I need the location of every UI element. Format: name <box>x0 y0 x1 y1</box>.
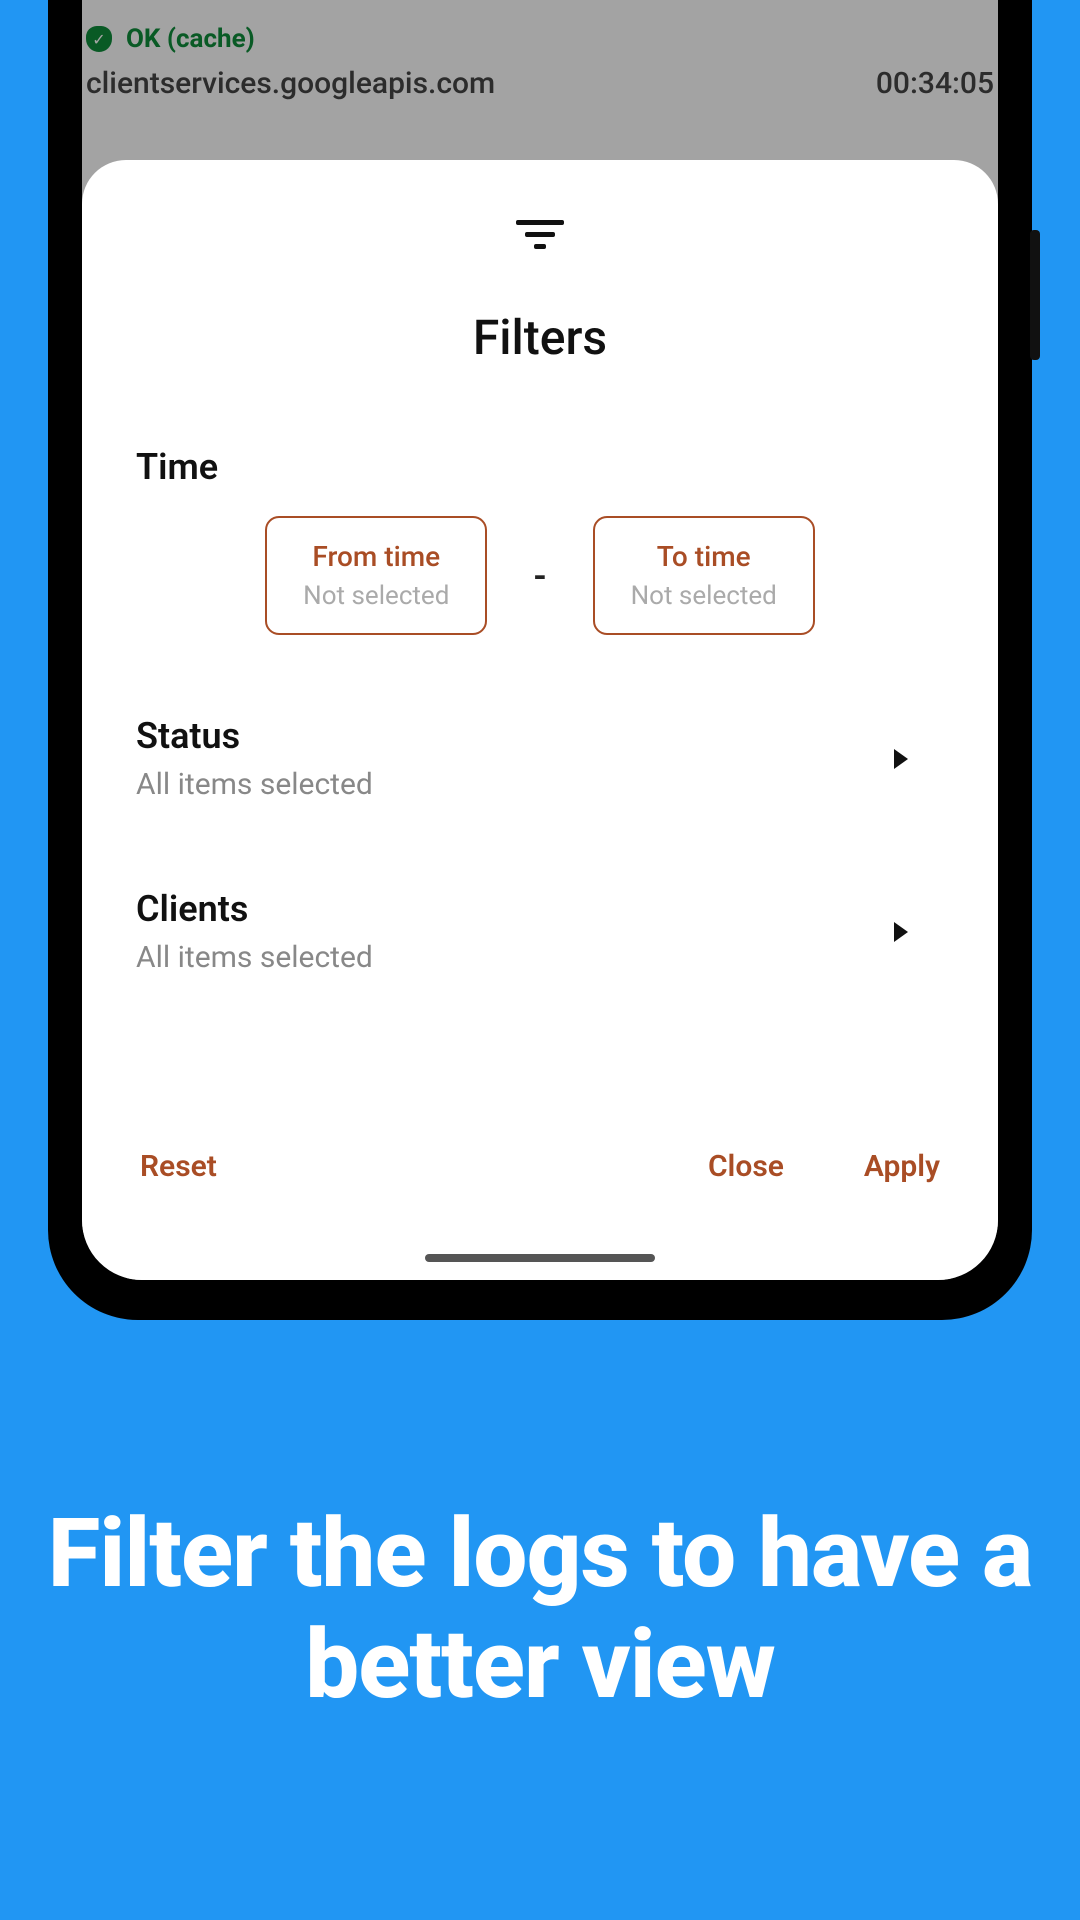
promo-text: Filter the logs to have a better view <box>0 1499 1080 1720</box>
from-time-label: From time <box>303 540 449 573</box>
chevron-right-icon <box>894 749 908 769</box>
button-bar: Reset Close Apply <box>140 1149 940 1184</box>
to-time-label: To time <box>631 540 777 573</box>
clients-filter-row[interactable]: Clients All items selected <box>136 878 944 1015</box>
sheet-title: Filters <box>136 309 944 366</box>
clients-label: Clients <box>136 888 373 930</box>
nav-handle[interactable] <box>425 1254 655 1262</box>
to-time-value: Not selected <box>631 581 777 611</box>
apply-button[interactable]: Apply <box>864 1149 940 1184</box>
time-separator: - <box>533 555 546 597</box>
to-time-button[interactable]: To time Not selected <box>593 516 815 635</box>
time-row: From time Not selected - To time Not sel… <box>136 516 944 635</box>
status-value: All items selected <box>136 767 373 802</box>
screen: debug.opendns.com 00:34:07 MAD-JX6MLN3 ✓… <box>82 0 998 1280</box>
status-filter-row[interactable]: Status All items selected <box>136 705 944 842</box>
from-time-button[interactable]: From time Not selected <box>265 516 487 635</box>
chevron-right-icon <box>894 922 908 942</box>
from-time-value: Not selected <box>303 581 449 611</box>
clients-value: All items selected <box>136 940 373 975</box>
phone-side-button <box>1030 230 1040 360</box>
time-section-label: Time <box>136 446 944 488</box>
reset-button[interactable]: Reset <box>140 1149 217 1184</box>
status-label: Status <box>136 715 373 757</box>
close-button[interactable]: Close <box>708 1149 784 1184</box>
filter-icon <box>136 220 944 249</box>
phone-frame: debug.opendns.com 00:34:07 MAD-JX6MLN3 ✓… <box>48 0 1032 1320</box>
filters-sheet: Filters Time From time Not selected - To… <box>82 160 998 1280</box>
